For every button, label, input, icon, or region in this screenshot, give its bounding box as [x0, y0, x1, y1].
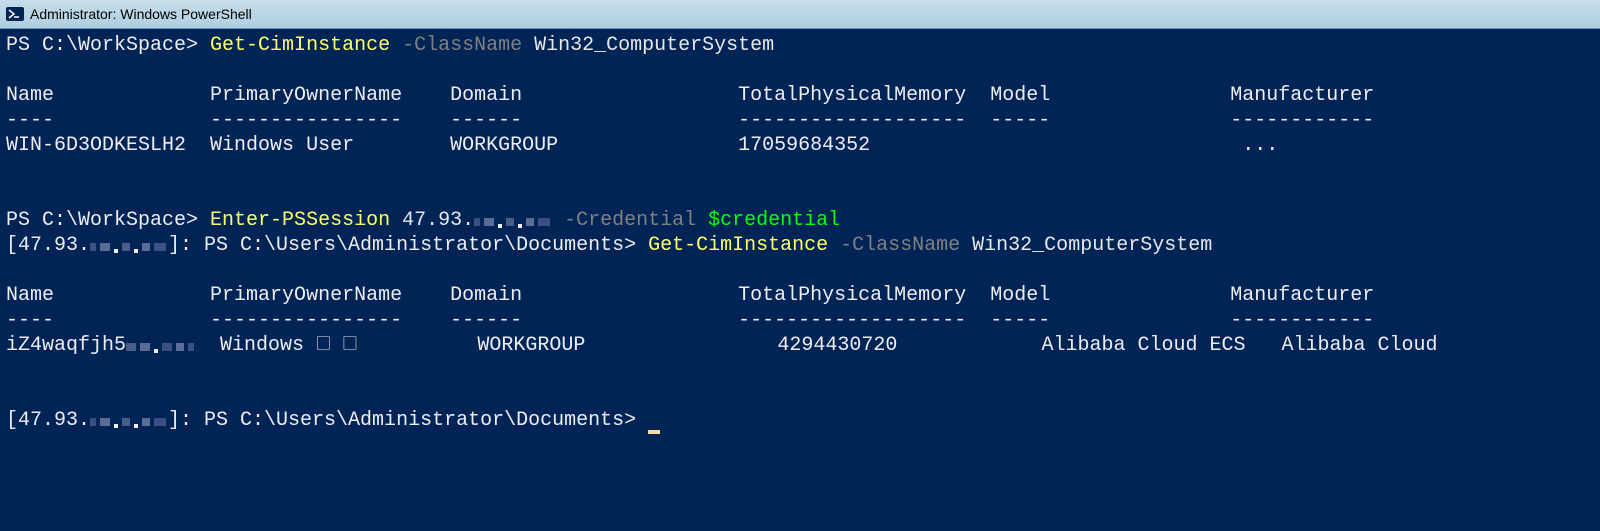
cmdlet: Get-CimInstance [648, 234, 828, 257]
blank [6, 258, 1594, 283]
remote-prompt: PS C:\Users\Administrator\Documents> [204, 234, 648, 257]
command-line-3: [47.93.]: PS C:\Users\Administrator\Docu… [6, 233, 1594, 258]
redacted-ip-icon [90, 412, 168, 432]
command-line-1: PS C:\WorkSpace> Get-CimInstance -ClassN… [6, 33, 1594, 58]
variable: $credential [708, 209, 840, 232]
blank [6, 58, 1594, 83]
bracket-close: ]: [168, 409, 204, 432]
table2-divider: ---- ---------------- ------ -----------… [6, 308, 1594, 333]
window-title: Administrator: Windows PowerShell [30, 2, 252, 27]
blank [6, 183, 1594, 208]
redacted-ip-icon [474, 212, 552, 232]
terminal-output[interactable]: PS C:\WorkSpace> Get-CimInstance -ClassN… [0, 29, 1600, 531]
redacted-hostname-icon [126, 337, 196, 357]
command-line-2: PS C:\WorkSpace> Enter-PSSession 47.93. … [6, 208, 1594, 233]
remote-prefix: [47.93. [6, 409, 90, 432]
flag: -Credential [552, 209, 708, 232]
cmdlet: Enter-PSSession [210, 209, 390, 232]
arg: Win32_ComputerSystem [534, 34, 774, 57]
prompt: PS C:\WorkSpace> [6, 209, 210, 232]
blank [6, 383, 1594, 408]
powershell-icon [6, 5, 24, 23]
blank [6, 358, 1594, 383]
table2-row: iZ4waqfjh5 Windows 🗆 🗆 WORKGROUP 4294430… [6, 333, 1594, 358]
redacted-ip-icon [90, 237, 168, 257]
table1-row: WIN-6D3ODKESLH2 Windows User WORKGROUP 1… [6, 133, 1594, 158]
table2-header: Name PrimaryOwnerName Domain TotalPhysic… [6, 283, 1594, 308]
remote-prefix: [47.93. [6, 234, 90, 257]
blank [6, 158, 1594, 183]
flag: -ClassName [828, 234, 972, 257]
host: 47.93. [390, 209, 474, 232]
arg: Win32_ComputerSystem [972, 234, 1212, 257]
cmdlet: Get-CimInstance [210, 34, 390, 57]
table1-divider: ---- ---------------- ------ -----------… [6, 108, 1594, 133]
table1-header: Name PrimaryOwnerName Domain TotalPhysic… [6, 83, 1594, 108]
current-prompt: [47.93.]: PS C:\Users\Administrator\Docu… [6, 408, 1594, 433]
cursor-icon [648, 430, 660, 434]
bracket-close: ]: [168, 234, 204, 257]
title-bar[interactable]: Administrator: Windows PowerShell [0, 0, 1600, 29]
remote-prompt: PS C:\Users\Administrator\Documents> [204, 409, 648, 432]
prompt: PS C:\WorkSpace> [6, 34, 210, 57]
powershell-window: Administrator: Windows PowerShell PS C:\… [0, 0, 1600, 531]
flag: -ClassName [390, 34, 534, 57]
